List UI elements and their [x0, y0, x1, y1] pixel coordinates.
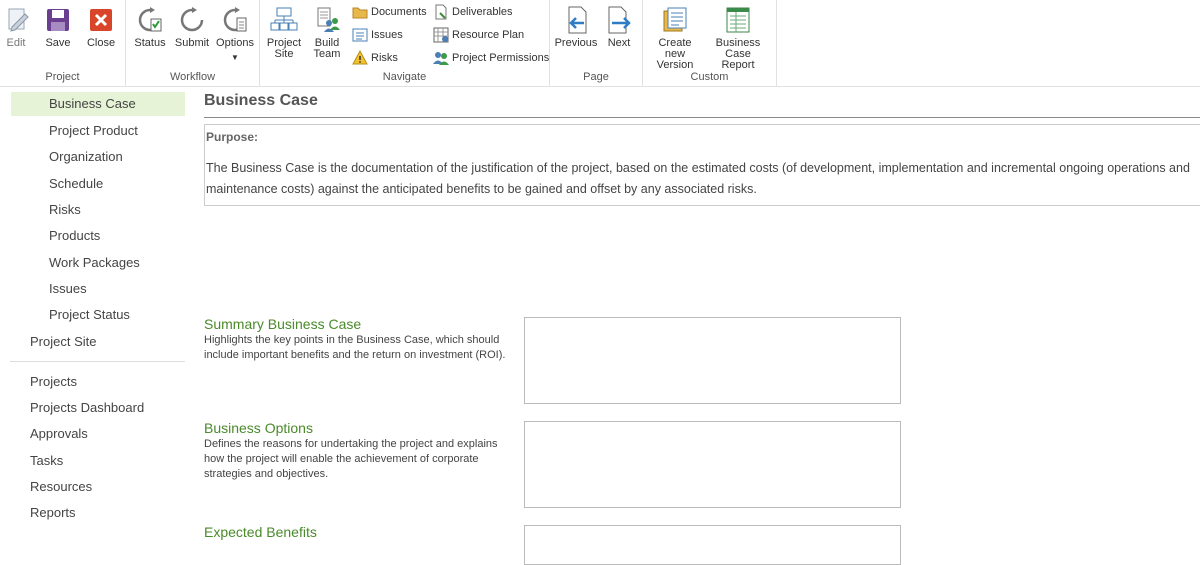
warning-icon	[352, 49, 368, 66]
page-title: Business Case	[204, 92, 318, 109]
ribbon-group-custom: Create new Version Business Case Report …	[643, 0, 777, 86]
ribbon-group-page: Previous Next Page	[550, 0, 643, 86]
ribbon-group-label-project: Project	[45, 71, 80, 83]
title-divider	[204, 117, 1200, 118]
business-options-input[interactable]	[524, 421, 901, 508]
nav-item-work-packages[interactable]: Work Packages	[49, 251, 140, 275]
field-title-summary-business-case: Summary Business Case	[204, 316, 362, 332]
next-page-icon	[605, 6, 633, 34]
next-button[interactable]: Next	[604, 6, 634, 49]
issues-button[interactable]: Issues	[352, 26, 403, 44]
purpose-label: Purpose:	[206, 130, 259, 144]
nav-item-projects[interactable]: Projects	[30, 370, 77, 394]
status-icon	[136, 6, 164, 34]
ribbon-group-workflow: Status Submit Options ▼ Workflow	[126, 0, 260, 86]
nav-item-business-case[interactable]: Business Case	[11, 92, 185, 116]
issues-icon	[352, 27, 368, 43]
deliverables-icon	[433, 4, 449, 20]
risks-button[interactable]: Risks	[352, 49, 398, 67]
people-icon	[433, 50, 449, 66]
nav-item-schedule[interactable]: Schedule	[49, 172, 103, 196]
ribbon-group-label-page: Page	[583, 71, 609, 83]
project-site-icon	[270, 6, 298, 34]
purpose-text: The Business Case is the documentation o…	[206, 161, 1190, 196]
nav-item-issues[interactable]: Issues	[49, 277, 87, 301]
nav-item-tasks[interactable]: Tasks	[30, 449, 63, 473]
ribbon-group-label-navigate: Navigate	[382, 71, 427, 83]
ribbon-group-navigate: Project Site Build Team Documents Issues…	[260, 0, 550, 86]
create-new-version-button[interactable]: Create new Version	[647, 6, 703, 71]
nav-item-projects-dashboard[interactable]: Projects Dashboard	[30, 396, 144, 420]
submit-icon	[178, 6, 206, 34]
field-desc-business-options: Defines the reasons for undertaking the …	[204, 438, 498, 480]
resource-plan-icon	[433, 27, 449, 43]
status-button[interactable]: Status	[134, 6, 166, 49]
ribbon-group-project: Edit Save Close Project	[0, 0, 126, 86]
chevron-down-icon: ▼	[231, 53, 239, 62]
submit-button[interactable]: Submit	[174, 6, 210, 49]
close-button[interactable]: Close	[86, 6, 116, 49]
save-icon	[44, 6, 72, 34]
create-version-icon	[661, 6, 689, 34]
close-icon	[87, 6, 115, 34]
summary-business-case-input[interactable]	[524, 317, 901, 404]
folder-icon	[352, 4, 368, 20]
ribbon: Edit Save Close Project Status Submit Op…	[0, 0, 1200, 87]
nav-item-organization[interactable]: Organization	[49, 145, 123, 169]
nav-item-project-status[interactable]: Project Status	[49, 303, 130, 327]
previous-page-icon	[562, 6, 590, 34]
documents-button[interactable]: Documents	[352, 3, 427, 21]
options-button[interactable]: Options ▼	[216, 6, 254, 63]
field-title-business-options: Business Options	[204, 420, 313, 436]
edit-button[interactable]: Edit	[3, 6, 29, 49]
save-button[interactable]: Save	[42, 6, 74, 49]
nav-item-project-site[interactable]: Project Site	[30, 330, 96, 354]
nav-item-risks[interactable]: Risks	[49, 198, 81, 222]
deliverables-button[interactable]: Deliverables	[433, 3, 513, 21]
project-permissions-button[interactable]: Project Permissions	[433, 49, 549, 67]
previous-button[interactable]: Previous	[554, 6, 598, 49]
field-desc-summary-business-case: Highlights the key points in the Busines…	[204, 334, 506, 361]
options-icon	[221, 6, 249, 34]
project-site-button[interactable]: Project Site	[266, 6, 302, 60]
nav-divider	[10, 361, 185, 362]
nav-item-resources[interactable]: Resources	[30, 475, 92, 499]
edit-icon	[3, 6, 31, 34]
build-team-button[interactable]: Build Team	[310, 6, 344, 60]
purpose-panel: Purpose: The Business Case is the docume…	[204, 124, 1200, 206]
report-icon	[724, 6, 752, 34]
resource-plan-button[interactable]: Resource Plan	[433, 26, 524, 44]
nav-item-approvals[interactable]: Approvals	[30, 422, 88, 446]
ribbon-group-label-custom: Custom	[690, 71, 729, 83]
build-team-icon	[313, 6, 341, 34]
nav-item-project-product[interactable]: Project Product	[49, 119, 138, 143]
nav-item-products[interactable]: Products	[49, 224, 100, 248]
nav-item-reports[interactable]: Reports	[30, 501, 76, 525]
ribbon-group-label-workflow: Workflow	[169, 71, 216, 83]
business-case-report-button[interactable]: Business Case Report	[705, 6, 771, 71]
expected-benefits-input[interactable]	[524, 525, 901, 565]
